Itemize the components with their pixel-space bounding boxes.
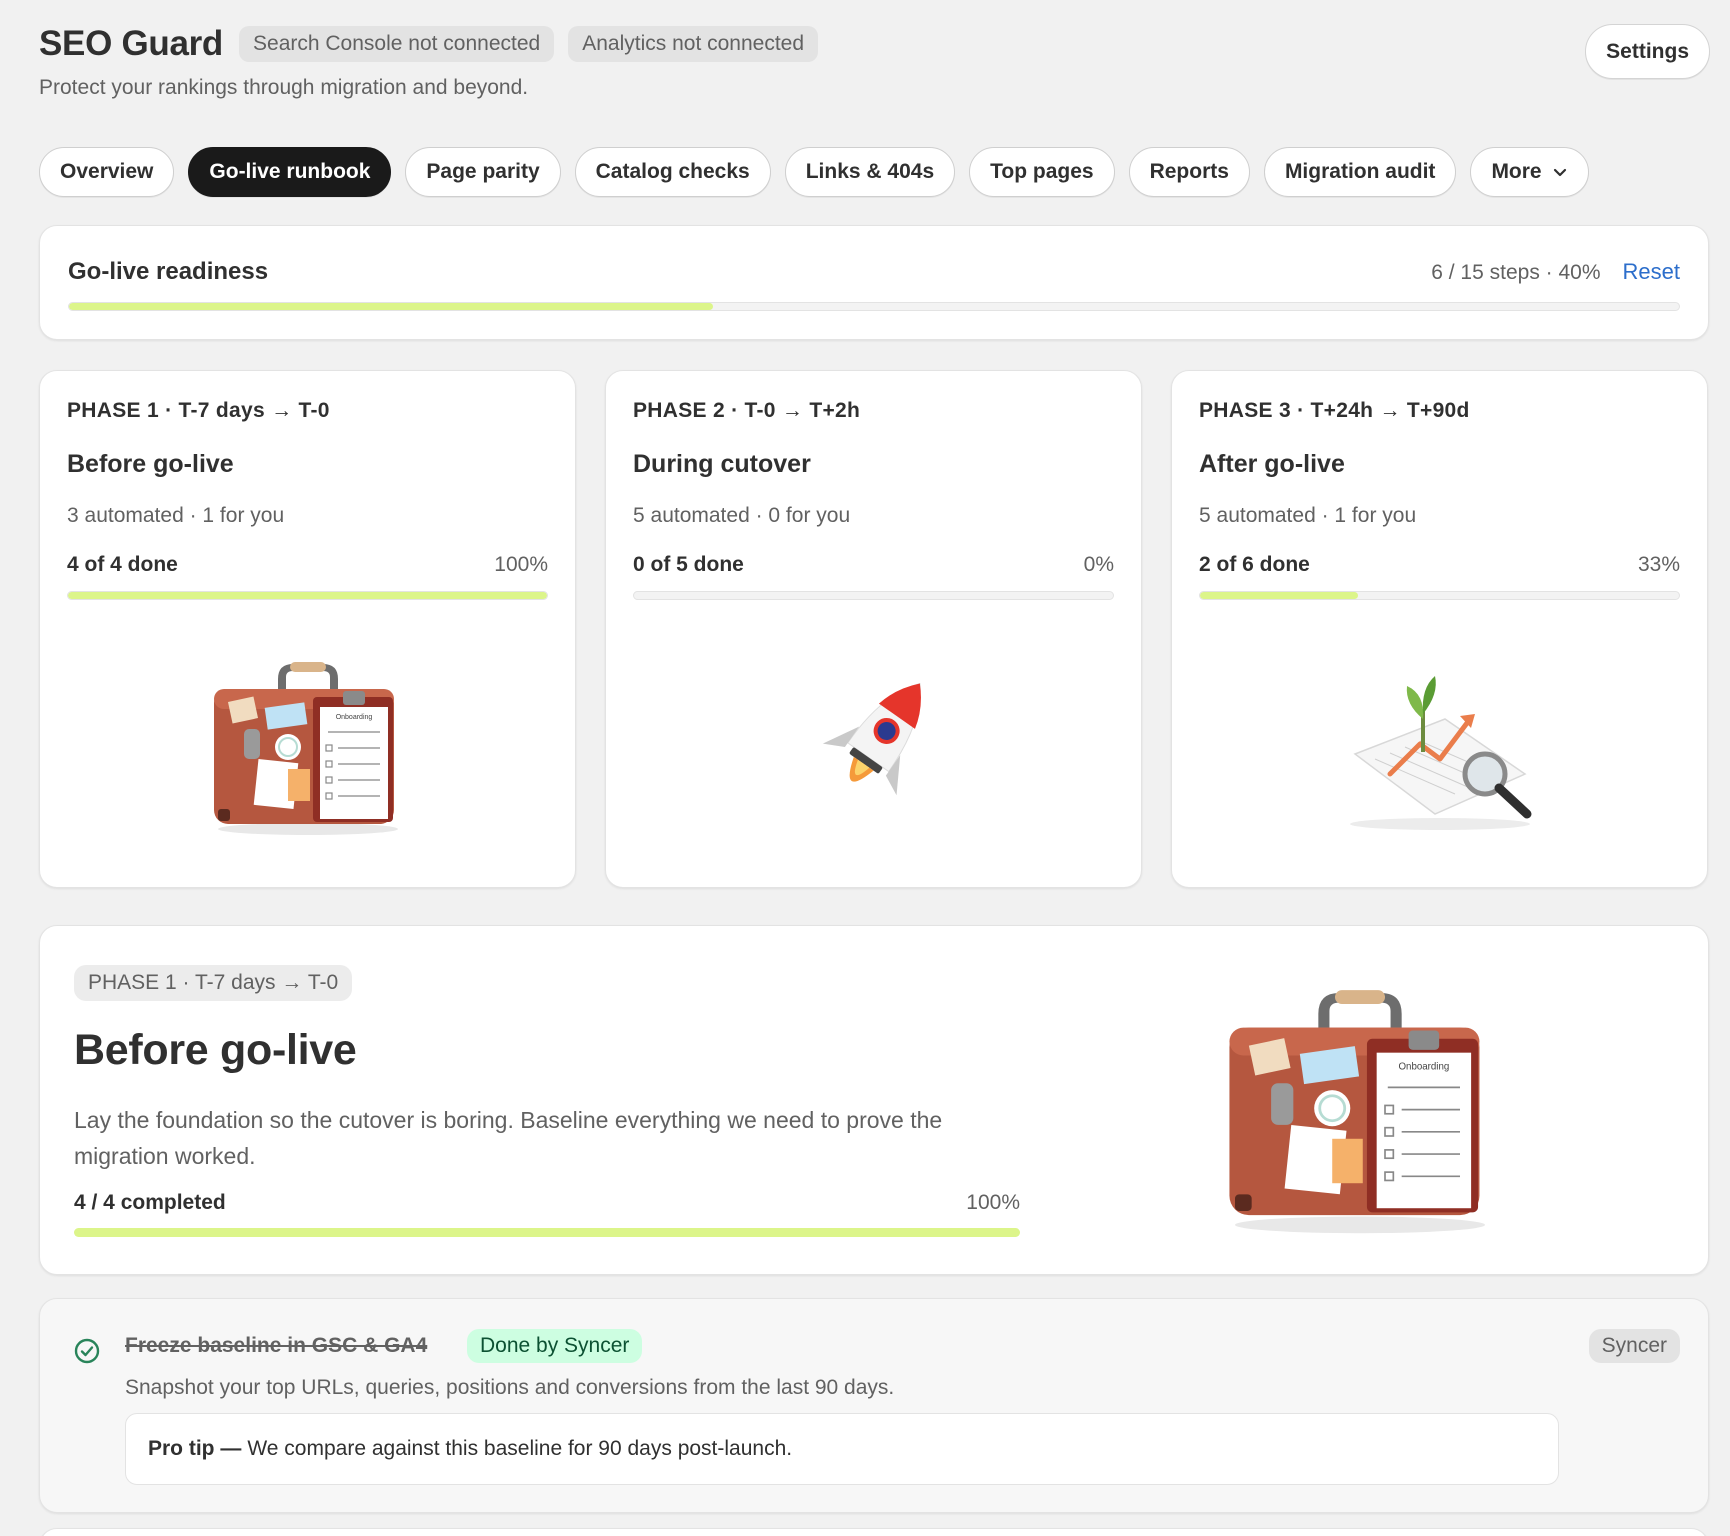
tab-bar: Overview Go-live runbook Page parity Cat…: [39, 147, 1589, 197]
phase-illustration: Onboarding: [40, 631, 575, 867]
phase-title: Before go-live: [67, 450, 234, 478]
phase-progress-fill: [68, 592, 547, 599]
tab-links-404s[interactable]: Links & 404s: [784, 147, 956, 197]
phase-illustration: [1172, 631, 1707, 867]
tab-top-pages[interactable]: Top pages: [969, 147, 1115, 197]
phase-detail-completed: 4 / 4 completed: [74, 1191, 226, 1214]
suitcase-illustration: Onboarding: [213, 662, 398, 835]
pro-tip-text: We compare against this baseline for 90 …: [247, 1437, 793, 1460]
phase-eyebrow: PHASE 1 · T-7 days → T-0: [67, 399, 330, 422]
phase-progress-fill: [1200, 592, 1359, 599]
phase-meta: 5 automated · 0 for you: [633, 504, 851, 527]
phase-progress-bar: [633, 591, 1114, 600]
task-owner-badge: Syncer: [1588, 1329, 1680, 1363]
readiness-title: Go-live readiness: [68, 258, 269, 285]
title-row: SEO Guard Search Console not connected A…: [39, 24, 1710, 64]
app-title: SEO Guard: [39, 24, 224, 63]
analytics-status-chip: Analytics not connected: [568, 26, 819, 62]
phase-percent: 0%: [1083, 553, 1114, 576]
tab-label: Page parity: [426, 160, 540, 183]
readiness-steps-count: 6 / 15 steps · 40%: [1431, 261, 1601, 284]
header: SEO Guard Search Console not connected A…: [39, 24, 1710, 114]
phase-1-card[interactable]: PHASE 1 · T-7 days → T-0 Before go-live …: [39, 370, 576, 888]
phase-title: After go-live: [1199, 450, 1345, 478]
phase-illustration: [606, 631, 1141, 867]
readiness-progress-bar: [68, 302, 1680, 311]
phase-eyebrow: PHASE 3 · T+24h → T+90d: [1199, 399, 1470, 422]
go-live-readiness-card: Go-live readiness 6 / 15 steps · 40% Res…: [39, 225, 1709, 340]
tab-label: Go-live runbook: [209, 160, 371, 183]
phase-done-count: 4 of 4 done: [67, 553, 178, 576]
tab-label: Reports: [1149, 160, 1229, 183]
phase-percent: 33%: [1637, 553, 1680, 576]
phase-progress-bar: [1199, 591, 1680, 600]
phase-2-card[interactable]: PHASE 2 · T-0 → T+2h During cutover 5 au…: [605, 370, 1142, 888]
next-task-card: [39, 1528, 1709, 1536]
rocket-illustration: [822, 682, 921, 796]
search-console-status-chip: Search Console not connected: [239, 26, 555, 62]
phase-detail-description: Lay the foundation so the cutover is bor…: [74, 1107, 943, 1169]
task-description: Snapshot your top URLs, queries, positio…: [125, 1376, 895, 1399]
phase-done-count: 2 of 6 done: [1199, 553, 1310, 576]
readiness-progress-fill: [69, 303, 713, 310]
clipboard-label: Onboarding: [1398, 1061, 1449, 1072]
phase-percent: 100%: [494, 553, 548, 576]
phase-meta: 3 automated · 1 for you: [67, 504, 285, 527]
pro-tip-box: Pro tip — We compare against this baseli…: [125, 1413, 1559, 1485]
app-subtitle: Protect your rankings through migration …: [39, 76, 529, 99]
settings-button[interactable]: Settings: [1585, 24, 1710, 79]
tab-page-parity[interactable]: Page parity: [405, 147, 561, 197]
phase-meta: 5 automated · 1 for you: [1199, 504, 1417, 527]
pro-tip-label: Pro tip —: [148, 1437, 242, 1460]
tab-reports[interactable]: Reports: [1128, 147, 1250, 197]
tab-label: Overview: [60, 160, 154, 183]
task-status-badge: Done by Syncer: [467, 1329, 643, 1363]
phase-3-card[interactable]: PHASE 3 · T+24h → T+90d After go-live 5 …: [1171, 370, 1708, 888]
tab-catalog-checks[interactable]: Catalog checks: [574, 147, 771, 197]
tab-label: Catalog checks: [595, 160, 750, 183]
phase-detail-progress-bar: [74, 1228, 1020, 1237]
phase-done-count: 0 of 5 done: [633, 553, 744, 576]
phase-eyebrow: PHASE 2 · T-0 → T+2h: [633, 399, 861, 422]
phase-title: During cutover: [633, 450, 811, 478]
tab-label: Migration audit: [1284, 160, 1436, 183]
phase-detail-percent: 100%: [966, 1191, 1020, 1214]
phase-progress-bar: [67, 591, 548, 600]
readiness-stats: 6 / 15 steps · 40% Reset: [1431, 259, 1680, 285]
phase-detail-pill: PHASE 1 · T-7 days → T-0: [74, 965, 353, 1001]
growth-chart-illustration: [1349, 676, 1531, 830]
tab-more[interactable]: More: [1470, 147, 1589, 197]
phase-detail-title: Before go-live: [74, 1026, 357, 1074]
tab-label: Links & 404s: [805, 160, 935, 183]
suitcase-illustration: Onboarding: [1229, 990, 1485, 1234]
chevron-down-icon: [1553, 168, 1566, 177]
reset-button[interactable]: Reset: [1623, 259, 1680, 285]
tab-label: More: [1491, 160, 1542, 183]
tab-go-live-runbook[interactable]: Go-live runbook: [188, 147, 392, 197]
phase-detail-card: PHASE 1 · T-7 days → T-0 Before go-live …: [39, 925, 1709, 1275]
tab-migration-audit[interactable]: Migration audit: [1263, 147, 1457, 197]
tab-label: Top pages: [990, 160, 1094, 183]
tab-overview[interactable]: Overview: [39, 147, 175, 197]
clipboard-label: Onboarding: [335, 714, 372, 721]
check-circle-icon[interactable]: [73, 1337, 101, 1365]
task-card: Freeze baseline in GSC & GA4 Done by Syn…: [39, 1298, 1709, 1513]
task-title: Freeze baseline in GSC & GA4: [125, 1334, 428, 1357]
page: SEO Guard Search Console not connected A…: [0, 0, 1730, 1536]
